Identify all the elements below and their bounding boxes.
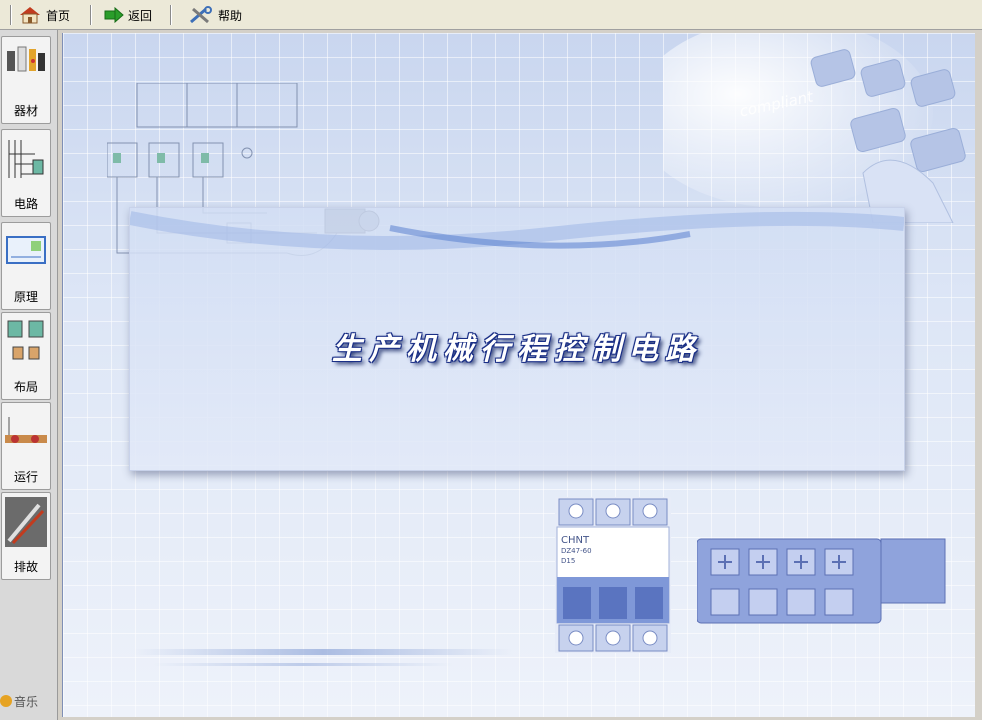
home-icon — [20, 7, 40, 24]
run-icon — [5, 417, 47, 443]
equipment-icon — [7, 46, 45, 72]
breaker-brand: CHNT — [561, 535, 590, 546]
wave-decor — [130, 211, 904, 250]
decor-keyboard-illustration — [663, 33, 966, 223]
page-title: 生产机械行程控制电路 — [332, 332, 702, 367]
music-label: 音乐 — [14, 694, 39, 709]
troubleshoot-icon — [5, 497, 47, 547]
music-icon — [0, 695, 12, 707]
sidebar-item-label: 器材 — [13, 104, 38, 118]
toolbar: 首页 返回 帮助 — [0, 0, 982, 30]
toolbar-separator — [90, 5, 92, 25]
sidebar-item-label: 运行 — [13, 470, 38, 484]
back-button[interactable]: 返回 — [104, 4, 152, 26]
principle-icon — [6, 236, 46, 264]
sidebar-item-label: 原理 — [13, 290, 38, 304]
thermal-relay-image — [697, 538, 946, 624]
back-label: 返回 — [128, 8, 153, 23]
toolbar-separator — [10, 5, 12, 25]
home-label: 首页 — [46, 8, 71, 23]
circuit-breaker-image: CHNT DZ47-60 D15 — [555, 497, 671, 653]
sidebar-item-troubleshoot[interactable]: 排故 — [1, 492, 51, 580]
home-button[interactable]: 首页 — [18, 4, 70, 26]
sidebar-item-principle[interactable]: 原理 — [1, 222, 51, 310]
sidebar-item-circuit[interactable]: 电路 — [1, 129, 51, 217]
sidebar-item-label: 电路 — [13, 197, 38, 211]
sidebar: 器材 电路 原理 布局 运行 排故 音乐 — [0, 30, 58, 720]
toolbar-separator — [170, 5, 172, 25]
help-label: 帮助 — [218, 8, 243, 23]
breaker-model: DZ47-60 — [561, 547, 592, 555]
decor-streak — [133, 649, 513, 655]
back-arrow-icon — [104, 7, 124, 23]
sidebar-item-equipment[interactable]: 器材 — [1, 36, 51, 124]
breaker-rating: D15 — [561, 557, 575, 565]
help-tools-icon — [190, 6, 212, 24]
music-toggle[interactable]: 音乐 — [0, 692, 58, 710]
sidebar-item-run[interactable]: 运行 — [1, 402, 51, 490]
layout-icon — [7, 320, 44, 360]
sidebar-item-label: 布局 — [13, 380, 38, 394]
circuit-icon — [8, 140, 44, 178]
sidebar-item-label: 排故 — [13, 560, 38, 574]
title-panel: 生产机械行程控制电路 — [129, 207, 905, 471]
decor-streak — [153, 663, 453, 666]
help-button[interactable]: 帮助 — [188, 4, 242, 26]
main-stage: compliant 生产机械行程控制电路 CHNT DZ47-60 D15 — [62, 33, 975, 717]
sidebar-item-layout[interactable]: 布局 — [1, 312, 51, 400]
